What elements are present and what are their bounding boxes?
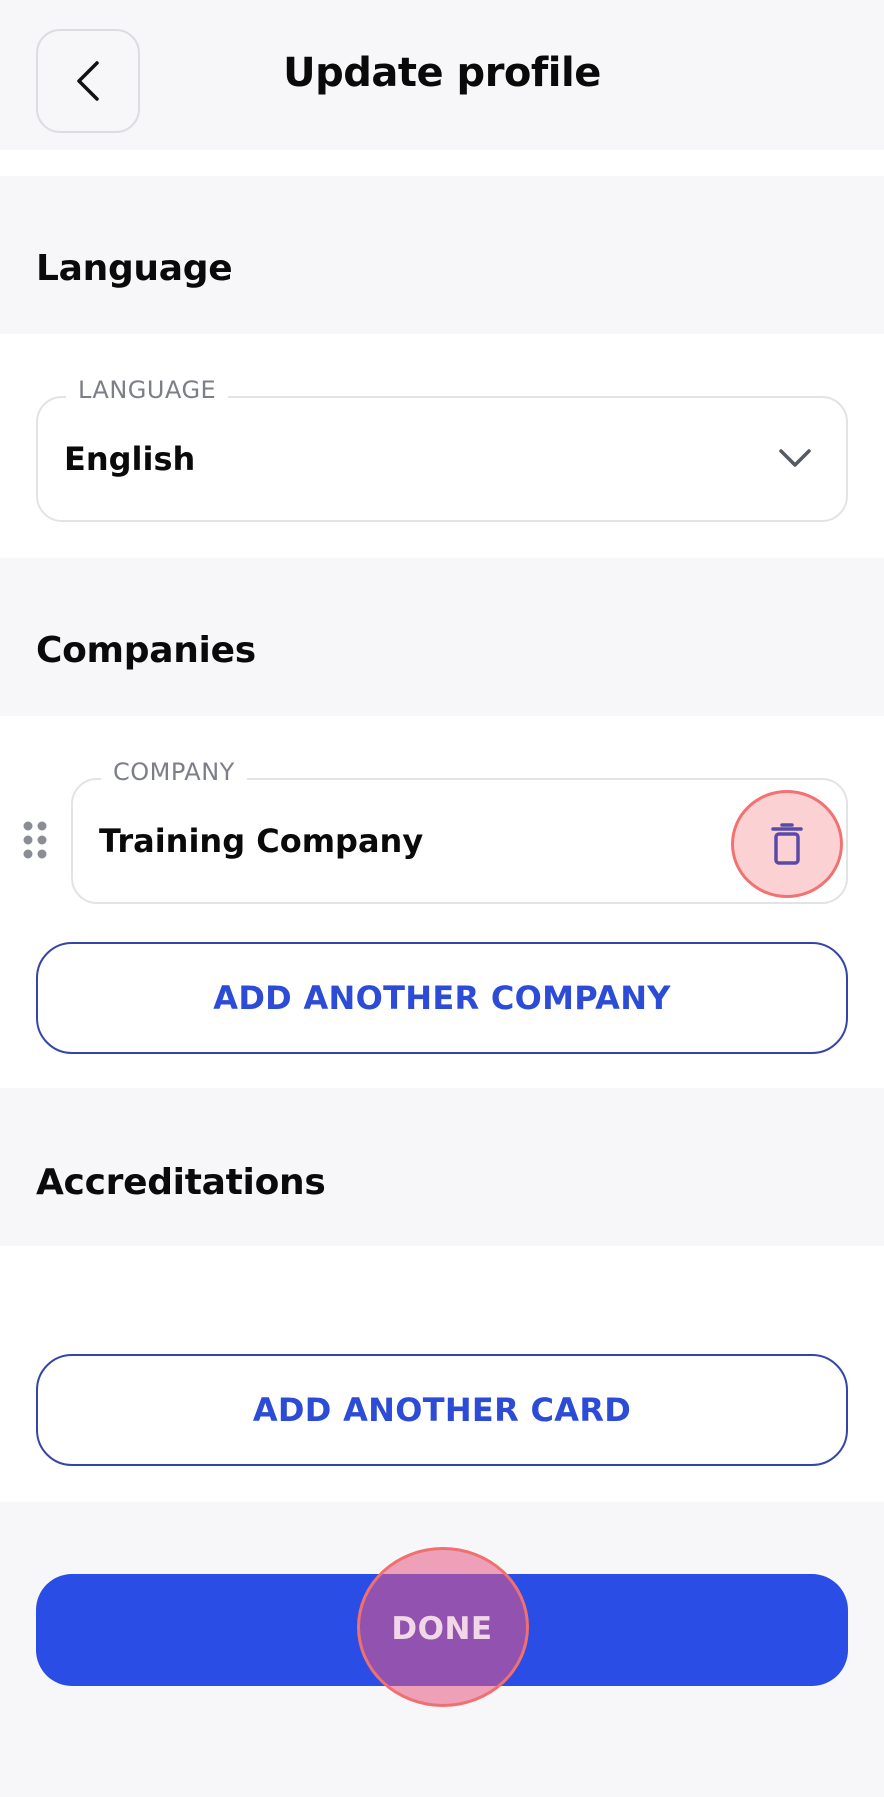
accreditations-heading: Accreditations xyxy=(36,1162,326,1203)
companies-section-header: Companies xyxy=(0,558,884,716)
companies-heading: Companies xyxy=(36,630,256,671)
language-select[interactable]: LANGUAGE English xyxy=(36,376,848,522)
language-heading: Language xyxy=(36,248,233,289)
header: Update profile xyxy=(0,0,884,150)
trash-icon xyxy=(771,823,803,865)
company-value: Training Company xyxy=(99,822,424,860)
done-button-label[interactable]: DONE xyxy=(0,1611,884,1647)
language-section-header: Language xyxy=(0,176,884,334)
page-title: Update profile xyxy=(283,50,601,96)
language-value: English xyxy=(64,440,196,478)
delete-company-button[interactable] xyxy=(731,790,843,898)
chevron-down-icon xyxy=(779,449,811,467)
accreditations-section-body: ADD ANOTHER CARD xyxy=(0,1246,884,1502)
language-field-label: LANGUAGE xyxy=(66,376,229,404)
drag-handle-icon[interactable] xyxy=(22,820,48,860)
header-divider xyxy=(0,150,884,176)
add-another-company-button[interactable]: ADD ANOTHER COMPANY xyxy=(36,942,848,1054)
accreditations-section-header: Accreditations xyxy=(0,1088,884,1246)
company-field-label: COMPANY xyxy=(101,758,247,786)
add-another-card-button[interactable]: ADD ANOTHER CARD xyxy=(36,1354,848,1466)
companies-section-body: COMPANY Training Company ADD ANOTHER COM… xyxy=(0,716,884,1088)
language-section-body: LANGUAGE English xyxy=(0,334,884,558)
